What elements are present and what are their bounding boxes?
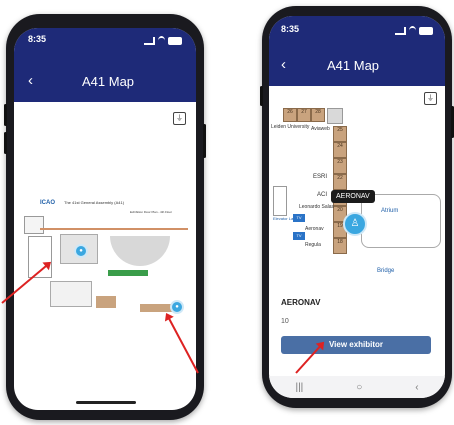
status-time: 8:35 [28,34,47,44]
status-time: 8:35 [281,24,300,34]
wifi-icon [409,26,416,35]
booth-number: 10 [281,318,289,325]
app-header: 8:35 ‹ A41 Map [269,16,445,86]
map-label-regula: Regula [305,242,321,248]
chevron-left-icon[interactable]: ‹ [281,56,286,73]
left-screen: 8:35 ‹ A41 Map ⏚ ICAO The 41st General A… [14,28,196,410]
battery-icon [419,26,433,35]
map-subtitle: Exhibition Floor Plan - 4th Floor [130,210,173,214]
app-header: 8:35 ‹ A41 Map [14,28,196,102]
map-label-leiden: Leiden University [271,124,310,130]
volume-button [4,132,7,154]
booth[interactable]: 23 [333,158,347,174]
room [50,281,92,307]
map-label-bridge: Bridge [377,268,395,274]
status-icons [395,26,433,35]
booth[interactable]: 25 [333,126,347,142]
map-label-leonardo: Leonardo Salas [299,204,335,210]
volume-button [260,86,263,106]
tv-marker: TV [293,232,305,240]
location-pin-icon[interactable]: ♙ [343,212,367,236]
booth[interactable]: 18 [333,238,347,254]
map-label-aviaweb: Aviaweb [311,126,330,132]
location-pin-icon[interactable]: ● [170,300,184,314]
room [24,216,44,234]
map-label-esri: ESRI [313,174,328,180]
booth-cluster [96,296,116,308]
map-label-aeronav: Aeronav [305,226,324,232]
elevator-block [273,186,287,216]
booth-empty [327,108,343,124]
exhibitor-name: AERONAV [281,298,321,307]
booth[interactable]: 28 [311,108,325,122]
left-phone: 8:35 ‹ A41 Map ⏚ ICAO The 41st General A… [4,14,206,420]
map-logo-text: ICAO [40,200,55,206]
battery-icon [168,36,182,45]
green-booths [108,270,148,276]
home-indicator [76,401,136,404]
floor-plan-map[interactable]: 26 27 28 Leiden University Aviaweb 25 24… [269,104,445,284]
back-nav-icon[interactable]: ‹ [415,382,418,393]
volume-button [4,104,7,126]
map-title: The 41st General Assembly (A41) [64,200,125,205]
chevron-left-icon[interactable]: ‹ [28,72,33,89]
signal-icon [395,26,406,35]
power-button [203,124,206,158]
page-title: A41 Map [82,74,135,89]
page-title: A41 Map [327,58,380,73]
android-nav-bar: ||| ○ ‹ [269,376,445,398]
booth[interactable]: 24 [333,142,347,158]
filter-icon[interactable]: ⏚ [173,112,186,125]
atrium [110,236,170,266]
signal-icon [144,36,155,45]
map-label-aci: ACI [317,192,328,198]
booth[interactable]: 27 [297,108,311,122]
location-pin-icon[interactable]: ● [74,244,88,258]
home-icon[interactable]: ○ [356,382,362,393]
booth[interactable]: 22 [333,174,347,190]
status-icons [144,36,182,45]
view-exhibitor-button[interactable]: View exhibitor [281,336,431,354]
right-screen: 8:35 ‹ A41 Map ⏚ 26 27 28 Leiden Univers… [269,16,445,398]
tv-marker: TV [293,214,305,222]
booth[interactable]: 26 [283,108,297,122]
right-phone: 8:35 ‹ A41 Map ⏚ 26 27 28 Leiden Univers… [260,6,454,408]
tooltip: AERONAV [331,190,375,203]
wifi-icon [158,36,165,45]
booth-row [40,228,188,230]
recent-apps-icon[interactable]: ||| [295,382,303,393]
floor-plan-map[interactable]: ICAO The 41st General Assembly (A41) Exh… [20,186,192,316]
